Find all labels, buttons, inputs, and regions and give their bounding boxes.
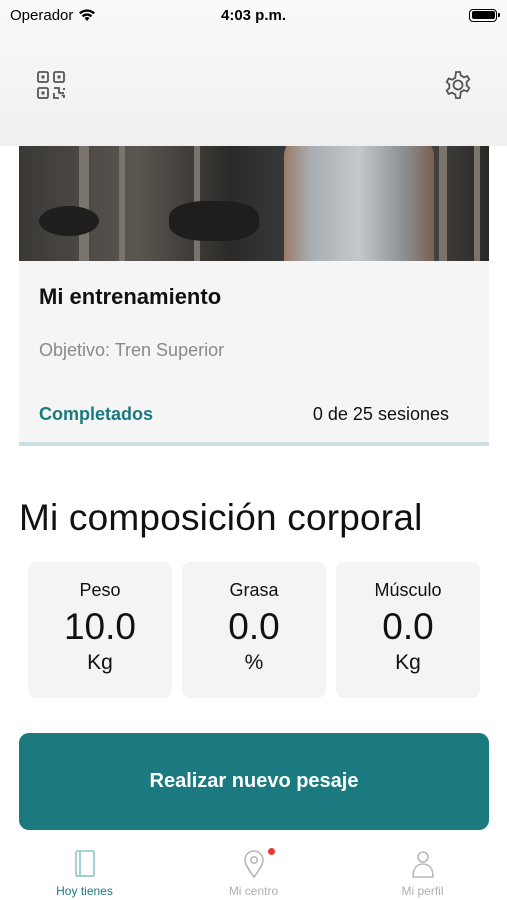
tab-my-center[interactable]: Mi centro (169, 838, 338, 900)
training-card-image (19, 146, 489, 261)
metric-label: Grasa (229, 580, 279, 600)
metric-unit: Kg (395, 651, 421, 674)
metric-value: 0.0 (228, 606, 280, 647)
tab-label: Hoy tienes (56, 884, 113, 898)
notification-badge (268, 848, 275, 855)
completed-label: Completados (39, 404, 154, 424)
metric-label: Peso (79, 580, 121, 600)
tab-label: Mi centro (228, 884, 279, 898)
tab-my-profile[interactable]: Mi perfil (338, 838, 507, 900)
new-weigh-in-button[interactable]: Realizar nuevo pesaje (19, 733, 489, 830)
status-left: Operador (10, 7, 160, 24)
book-icon (74, 850, 95, 877)
sessions-count: 0 de 25 sesiones (312, 404, 449, 424)
metric-unit: % (244, 651, 264, 674)
wifi-icon (79, 9, 96, 21)
metric-fat: Grasa 0.0 % (182, 562, 326, 698)
gear-icon (445, 71, 471, 99)
metric-muscle: Músculo 0.0 Kg (336, 562, 480, 698)
battery-icon (469, 8, 500, 22)
metric-value: 0.0 (382, 606, 434, 647)
body-composition-title: Mi composición corporal (19, 497, 423, 538)
status-time: 4:03 p.m. (220, 6, 287, 24)
carrier-name: Operador (10, 6, 74, 24)
person-icon (411, 851, 434, 878)
training-objective: Objetivo: Tren Superior (39, 340, 225, 360)
tab-today[interactable]: Hoy tienes (0, 838, 169, 900)
metric-unit: Kg (87, 651, 113, 674)
qr-code-button[interactable] (34, 68, 68, 102)
status-bar: Operador 4:03 p.m. (0, 0, 507, 30)
training-card-title: Mi entrenamiento (39, 284, 222, 309)
location-pin-icon (243, 850, 264, 879)
tab-bar: Hoy tienes Mi centro Mi perfil (0, 838, 507, 900)
metric-label: Músculo (374, 580, 442, 600)
qr-code-icon (37, 71, 65, 99)
tab-label: Mi perfil (401, 884, 444, 898)
metric-weight: Peso 10.0 Kg (28, 562, 172, 698)
training-card[interactable]: Mi entrenamiento Objetivo: Tren Superior… (19, 146, 489, 446)
settings-button[interactable] (441, 68, 475, 102)
metric-value: 10.0 (63, 606, 136, 647)
status-right (347, 8, 500, 22)
